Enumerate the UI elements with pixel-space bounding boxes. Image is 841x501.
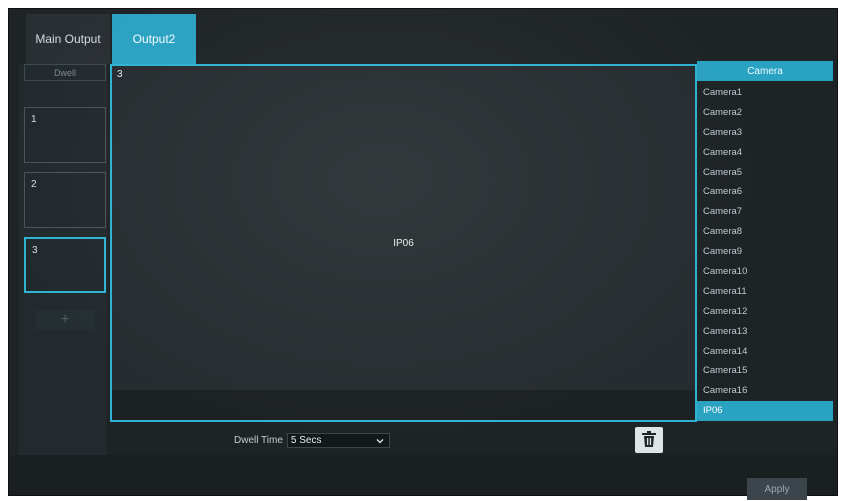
dwell-time-value: 5 Secs (290, 435, 322, 446)
camera-list-item[interactable]: Camera2 (697, 103, 833, 123)
preview-window-number: 3 (117, 69, 123, 80)
camera-list-item[interactable]: Camera7 (697, 202, 833, 222)
sequence-tile-1[interactable]: 1 (24, 107, 106, 163)
camera-list: Camera1 Camera2 Camera3 Camera4 Camera5 Camer… (697, 83, 833, 422)
camera-list-item[interactable]: Camera11 (697, 282, 833, 302)
sequence-number: 2 (31, 179, 37, 190)
dwell-sequence-column: Dwell 1 2 3 + (19, 64, 107, 494)
footer-bar (9, 455, 837, 495)
camera-list-item[interactable]: IP06 (697, 401, 833, 422)
camera-list-item[interactable]: Camera13 (697, 322, 833, 342)
camera-list-panel: Camera Camera1 Camera2 Camera3 Camera4 Camer… (697, 61, 833, 494)
sequence-number: 1 (31, 114, 37, 125)
trash-icon (640, 430, 658, 451)
output-tabs: Main Output Output2 (26, 14, 196, 64)
preview-channel-name: IP06 (393, 238, 414, 249)
camera-list-item[interactable]: Camera4 (697, 143, 833, 163)
sequence-tile-3[interactable]: 3 (24, 237, 106, 293)
camera-list-item[interactable]: Camera6 (697, 182, 833, 202)
camera-list-item[interactable]: Camera15 (697, 361, 833, 381)
add-sequence-button[interactable]: + (36, 310, 94, 330)
dwell-time-select[interactable]: 5 Secs (286, 433, 390, 448)
dwell-time-control: Dwell Time 5 Secs (234, 433, 390, 448)
tab-main-output[interactable]: Main Output (26, 14, 110, 64)
chevron-down-icon (376, 437, 384, 445)
camera-list-item[interactable]: Camera3 (697, 123, 833, 143)
camera-list-item[interactable]: Camera16 (697, 381, 833, 401)
dwell-header: Dwell (24, 64, 106, 81)
output-settings-window: Main Output Output2 Dwell 1 2 3 + 3 IP06… (8, 8, 838, 500)
sequence-number: 3 (32, 245, 38, 256)
apply-button[interactable]: Apply (747, 478, 807, 500)
dwell-time-label: Dwell Time (234, 435, 283, 446)
clear-channels-button[interactable] (635, 427, 663, 453)
camera-list-item[interactable]: Camera5 (697, 163, 833, 183)
channel-preview[interactable]: 3 IP06 (110, 64, 697, 422)
sequence-tile-2[interactable]: 2 (24, 172, 106, 228)
camera-list-item[interactable]: Camera8 (697, 222, 833, 242)
camera-list-item[interactable]: Camera12 (697, 302, 833, 322)
camera-list-item[interactable]: Camera1 (697, 83, 833, 103)
plus-icon: + (60, 311, 70, 328)
camera-list-header: Camera (697, 61, 833, 81)
tab-output2[interactable]: Output2 (112, 14, 196, 64)
camera-list-item[interactable]: Camera14 (697, 342, 833, 362)
camera-list-item[interactable]: Camera9 (697, 242, 833, 262)
preview-shade (112, 390, 695, 420)
camera-list-item[interactable]: Camera10 (697, 262, 833, 282)
